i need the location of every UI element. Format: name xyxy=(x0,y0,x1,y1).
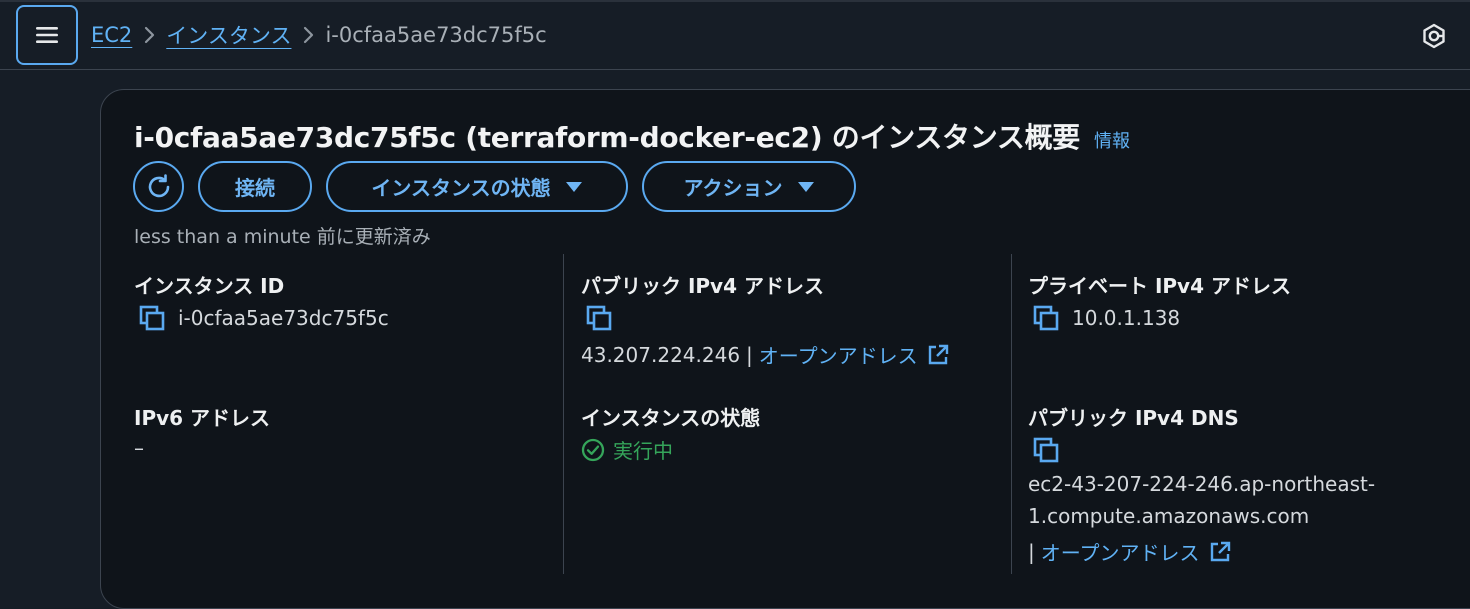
instance-state-dropdown-label: インスタンスの状態 xyxy=(371,176,551,200)
public-dns-copy xyxy=(1032,436,1060,464)
breadcrumb-ec2[interactable]: EC2 xyxy=(91,23,132,47)
caret-down-icon xyxy=(565,181,582,192)
menu-button[interactable] xyxy=(16,5,78,65)
chevron-right-icon xyxy=(291,25,325,45)
public-ipv4-copy xyxy=(585,304,613,332)
copy-icon[interactable] xyxy=(138,304,166,332)
open-address-link[interactable]: オープンアドレス xyxy=(1041,537,1200,566)
actions-dropdown[interactable]: アクション xyxy=(642,161,856,212)
open-address-link[interactable]: オープンアドレス xyxy=(759,340,918,369)
top-navigation-bar: EC2 インスタンス i-0cfaa5ae73dc75f5c xyxy=(0,0,1470,70)
private-ipv4-label: プライベート IPv4 アドレス xyxy=(1028,274,1291,298)
status-text: 実行中 xyxy=(613,439,673,463)
public-ipv4-label: パブリック IPv4 アドレス xyxy=(581,274,824,298)
column-divider xyxy=(1011,254,1012,574)
instance-id-label: インスタンス ID xyxy=(134,274,285,298)
chevron-right-icon xyxy=(132,25,166,45)
external-link-icon[interactable] xyxy=(1208,540,1232,564)
public-ipv4-value: 43.207.224.246 | オープンアドレス xyxy=(581,340,950,369)
copy-icon[interactable] xyxy=(585,304,613,332)
public-ipv4-text: 43.207.224.246 xyxy=(581,342,741,367)
breadcrumb-current-instance: i-0cfaa5ae73dc75f5c xyxy=(325,23,547,47)
breadcrumb: EC2 インスタンス i-0cfaa5ae73dc75f5c xyxy=(91,18,547,52)
private-ipv4-value: 10.0.1.138 xyxy=(1032,304,1180,332)
separator: | xyxy=(1028,539,1035,564)
ipv6-value: – xyxy=(134,436,144,460)
connect-button[interactable]: 接続 xyxy=(198,161,312,212)
instance-state-value: 実行中 xyxy=(581,435,673,464)
hamburger-icon xyxy=(36,27,58,43)
ipv6-label: IPv6 アドレス xyxy=(134,406,271,430)
public-dns-line1: ec2-43-207-224-246.ap-northeast- xyxy=(1028,472,1376,496)
last-updated-text: less than a minute 前に更新済み xyxy=(134,226,431,248)
column-divider xyxy=(563,254,564,574)
instance-id-value: i-0cfaa5ae73dc75f5c xyxy=(138,304,389,332)
refresh-button[interactable] xyxy=(133,161,184,212)
public-dns-link-row: | オープンアドレス xyxy=(1028,537,1232,566)
check-circle-icon xyxy=(581,438,605,461)
instance-state-dropdown[interactable]: インスタンスの状態 xyxy=(326,161,628,212)
connect-button-label: 接続 xyxy=(235,176,275,200)
refresh-icon xyxy=(148,173,169,197)
instance-id-text: i-0cfaa5ae73dc75f5c xyxy=(178,306,389,330)
private-ipv4-text: 10.0.1.138 xyxy=(1072,306,1181,330)
page-title: i-0cfaa5ae73dc75f5c (terraform-docker-ec… xyxy=(134,121,1080,154)
notifications-icon[interactable] xyxy=(1420,22,1448,50)
breadcrumb-instances[interactable]: インスタンス xyxy=(166,20,291,50)
caret-down-icon xyxy=(797,181,814,192)
copy-icon[interactable] xyxy=(1032,436,1060,464)
public-dns-label: パブリック IPv4 DNS xyxy=(1028,406,1239,430)
title-row: i-0cfaa5ae73dc75f5c (terraform-docker-ec… xyxy=(134,116,1130,156)
public-dns-line2: 1.compute.amazonaws.com xyxy=(1028,504,1310,528)
actions-dropdown-label: アクション xyxy=(683,176,783,200)
copy-icon[interactable] xyxy=(1032,304,1060,332)
external-link-icon[interactable] xyxy=(926,343,950,367)
instance-state-label: インスタンスの状態 xyxy=(581,406,761,430)
action-buttons: 接続 インスタンスの状態 アクション xyxy=(133,161,870,212)
status-running: 実行中 xyxy=(581,435,673,464)
info-link[interactable]: 情報 xyxy=(1094,127,1130,153)
separator: | xyxy=(746,342,753,367)
